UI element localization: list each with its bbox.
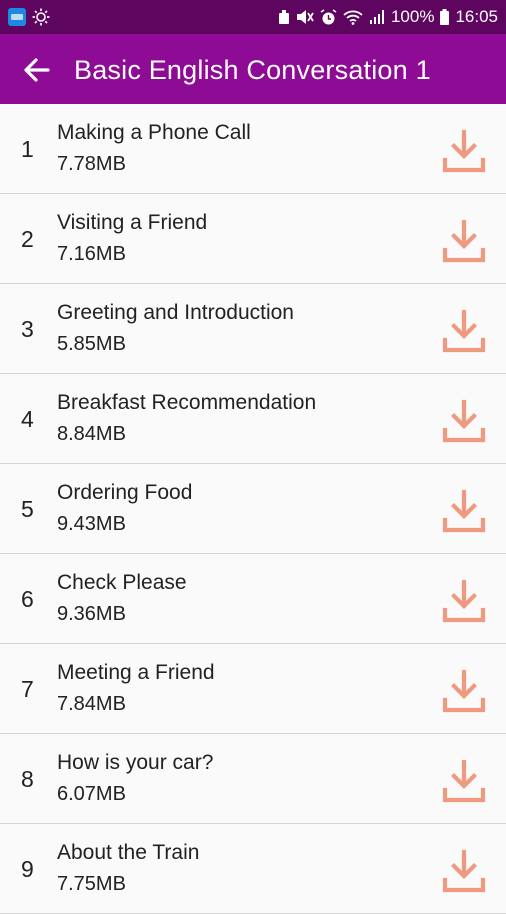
download-button[interactable] — [441, 758, 487, 804]
lesson-number: 1 — [21, 136, 34, 162]
back-button[interactable] — [22, 55, 52, 85]
lesson-list-item[interactable]: 1 Making a Phone Call 7.78MB — [0, 104, 506, 194]
lesson-title: Check Please — [57, 571, 187, 594]
status-left — [8, 6, 50, 28]
download-icon — [442, 759, 486, 803]
lesson-list-item[interactable]: 5 Ordering Food 9.43MB — [0, 464, 506, 554]
lock-battery-icon — [278, 9, 290, 25]
mute-icon — [296, 9, 314, 25]
download-button[interactable] — [441, 128, 487, 174]
lesson-number: 8 — [21, 766, 34, 792]
lesson-list-item[interactable]: 2 Visiting a Friend 7.16MB — [0, 194, 506, 284]
arrow-left-icon — [24, 58, 50, 82]
lesson-title: Meeting a Friend — [57, 661, 215, 684]
lesson-title: Making a Phone Call — [57, 121, 251, 144]
lesson-number: 5 — [21, 496, 34, 522]
download-icon — [442, 489, 486, 533]
lesson-title: About the Train — [57, 841, 200, 864]
download-icon — [442, 309, 486, 353]
download-icon — [442, 579, 486, 623]
lesson-title: Greeting and Introduction — [57, 301, 294, 324]
lesson-file-size: 7.84MB — [57, 693, 126, 715]
page-title: Basic English Conversation 1 — [74, 55, 431, 85]
lesson-title: Visiting a Friend — [57, 211, 208, 234]
status-bar: 100% 16:05 — [0, 0, 506, 34]
battery-icon — [440, 9, 450, 25]
download-button[interactable] — [441, 668, 487, 714]
status-right: 100% 16:05 — [278, 6, 498, 28]
lesson-file-size: 5.85MB — [57, 333, 126, 355]
download-icon — [442, 669, 486, 713]
clock: 16:05 — [455, 7, 498, 26]
lesson-file-size: 8.84MB — [57, 423, 126, 445]
signal-icon — [369, 9, 385, 25]
lesson-title: Breakfast Recommendation — [57, 391, 317, 414]
lesson-title: How is your car? — [57, 751, 214, 774]
lesson-list-item[interactable]: 4 Breakfast Recommendation 8.84MB — [0, 374, 506, 464]
lesson-file-size: 7.16MB — [57, 243, 126, 265]
download-button[interactable] — [441, 578, 487, 624]
brightness-icon — [32, 8, 50, 26]
lesson-number: 4 — [21, 406, 34, 432]
download-button[interactable] — [441, 308, 487, 354]
lesson-list: 1 Making a Phone Call 7.78MB 2 Visiting … — [0, 104, 506, 914]
download-icon — [442, 129, 486, 173]
download-icon — [442, 399, 486, 443]
lesson-file-size: 9.36MB — [57, 603, 126, 625]
lesson-number: 9 — [21, 856, 34, 882]
lesson-title: Ordering Food — [57, 481, 193, 504]
app-notification-icon — [8, 8, 26, 26]
lesson-list-item[interactable]: 3 Greeting and Introduction 5.85MB — [0, 284, 506, 374]
download-icon — [442, 849, 486, 893]
download-icon — [442, 219, 486, 263]
lesson-number: 3 — [21, 316, 34, 342]
wifi-icon — [343, 9, 363, 25]
lesson-file-size: 7.75MB — [57, 873, 126, 895]
lesson-number: 7 — [21, 676, 34, 702]
app-bar: Basic English Conversation 1 — [0, 34, 506, 104]
lesson-file-size: 7.78MB — [57, 153, 126, 175]
lesson-number: 2 — [21, 226, 34, 252]
lesson-file-size: 9.43MB — [57, 513, 126, 535]
lesson-list-item[interactable]: 7 Meeting a Friend 7.84MB — [0, 644, 506, 734]
lesson-file-size: 6.07MB — [57, 783, 126, 805]
lesson-list-item[interactable]: 8 How is your car? 6.07MB — [0, 734, 506, 824]
lesson-list-item[interactable]: 6 Check Please 9.36MB — [0, 554, 506, 644]
lesson-list-item[interactable]: 9 About the Train 7.75MB — [0, 824, 506, 914]
download-button[interactable] — [441, 848, 487, 894]
download-button[interactable] — [441, 218, 487, 264]
battery-percent: 100% — [390, 7, 435, 26]
lesson-number: 6 — [21, 586, 34, 612]
download-button[interactable] — [441, 488, 487, 534]
alarm-icon — [320, 8, 337, 26]
download-button[interactable] — [441, 398, 487, 444]
